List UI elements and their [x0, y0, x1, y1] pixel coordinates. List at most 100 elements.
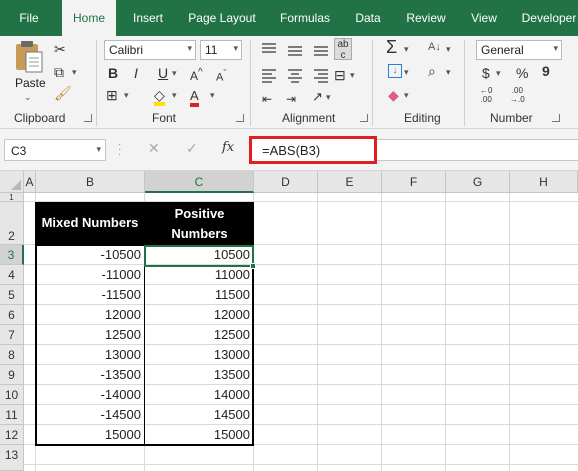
table-cell[interactable]: 12000	[36, 305, 144, 325]
table-cell[interactable]: -11000	[36, 265, 144, 285]
table-cell[interactable]: 12500	[36, 325, 144, 345]
cancel-icon[interactable]: ✕	[148, 140, 160, 157]
fill-color-icon[interactable]: ◇	[154, 86, 165, 106]
row-header-4[interactable]: 4	[0, 265, 24, 285]
currency-dropdown-icon[interactable]: ▾	[496, 68, 501, 79]
number-launcher-icon[interactable]	[552, 114, 560, 122]
tab-insert[interactable]: Insert	[124, 0, 172, 36]
table-cell[interactable]: -11500	[36, 285, 144, 305]
row-header-2[interactable]: 2	[0, 202, 24, 245]
header-cell-mixed-numbers[interactable]: Mixed Numbers	[35, 202, 145, 244]
sort-dropdown-icon[interactable]: ▾	[446, 44, 451, 55]
sort-filter-icon[interactable]: A↓	[428, 38, 441, 56]
tab-data[interactable]: Data	[348, 0, 388, 36]
column-header-e[interactable]: E	[318, 171, 382, 193]
format-painter-icon[interactable]: 🖌	[54, 84, 72, 102]
row-header-3[interactable]: 3	[0, 245, 24, 265]
clipboard-launcher-icon[interactable]	[84, 114, 92, 122]
orientation-icon[interactable]: ↗	[312, 88, 323, 106]
table-cell[interactable]: 15000	[36, 425, 144, 445]
column-header-b[interactable]: B	[36, 171, 145, 193]
row-header-5[interactable]: 5	[0, 285, 24, 305]
copy-dropdown-icon[interactable]: ▾	[72, 67, 77, 78]
table-cell[interactable]: 12000	[145, 305, 253, 325]
column-header-a[interactable]: A	[24, 171, 36, 193]
increase-font-icon[interactable]: A^	[190, 64, 203, 85]
font-size-combo[interactable]: 11 ▾	[200, 40, 242, 60]
increase-indent-icon[interactable]: ⇥	[286, 90, 296, 108]
merge-center-icon[interactable]: ⊟	[334, 66, 346, 84]
column-header-c[interactable]: C	[145, 171, 254, 193]
row-header-11[interactable]: 11	[0, 405, 24, 425]
autosum-dropdown-icon[interactable]: ▾	[404, 44, 409, 55]
font-color-icon[interactable]: A	[190, 86, 199, 107]
currency-button[interactable]: $	[482, 64, 490, 82]
row-header-10[interactable]: 10	[0, 385, 24, 405]
column-header-f[interactable]: F	[382, 171, 446, 193]
row-header-6[interactable]: 6	[0, 305, 24, 325]
table-cell[interactable]: -13500	[36, 365, 144, 385]
tab-review[interactable]: Review	[398, 0, 454, 36]
underline-button[interactable]: U	[158, 64, 168, 82]
tab-view[interactable]: View	[464, 0, 504, 36]
table-cell[interactable]: 13500	[145, 365, 253, 385]
find-select-icon[interactable]: ⌕	[428, 62, 436, 80]
table-cell[interactable]: 15000	[145, 425, 253, 445]
formula-input-extension[interactable]	[377, 139, 578, 161]
row-header-8[interactable]: 8	[0, 345, 24, 365]
table-cell[interactable]: -14500	[36, 405, 144, 425]
comma-style-button[interactable]: 9	[542, 62, 550, 80]
italic-button[interactable]: I	[134, 64, 138, 82]
name-box[interactable]: C3 ▾	[4, 139, 106, 161]
merge-dropdown-icon[interactable]: ▾	[350, 70, 355, 81]
fill-handle[interactable]	[250, 263, 256, 269]
enter-icon[interactable]: ✓	[186, 140, 198, 157]
table-cell[interactable]: 14500	[145, 405, 253, 425]
insert-function-button[interactable]: fx	[222, 140, 234, 155]
font-launcher-icon[interactable]	[236, 114, 244, 122]
drag-handle-icon[interactable]: · · ·	[118, 140, 122, 160]
tab-formulas[interactable]: Formulas	[272, 0, 338, 36]
copy-icon[interactable]: ⧉	[54, 63, 64, 81]
row-header-9[interactable]: 9	[0, 365, 24, 385]
table-cell[interactable]: 13000	[145, 345, 253, 365]
table-cell[interactable]: 13000	[36, 345, 144, 365]
select-all-button[interactable]	[0, 171, 24, 193]
row-header-12[interactable]: 12	[0, 425, 24, 445]
tab-developer[interactable]: Developer	[514, 0, 578, 36]
underline-dropdown-icon[interactable]: ▾	[172, 68, 177, 79]
column-header-g[interactable]: G	[446, 171, 510, 193]
bold-button[interactable]: B	[108, 64, 118, 82]
orientation-dropdown-icon[interactable]: ▾	[326, 92, 331, 103]
find-dropdown-icon[interactable]: ▾	[446, 67, 451, 78]
autosum-icon[interactable]: Σ	[386, 38, 397, 56]
paste-button[interactable]: Paste ⌄	[10, 40, 46, 102]
alignment-launcher-icon[interactable]	[360, 114, 368, 122]
decrease-font-icon[interactable]: Aˇ	[216, 64, 226, 87]
clear-dropdown-icon[interactable]: ▾	[404, 90, 409, 101]
row-header-7[interactable]: 7	[0, 325, 24, 345]
clear-icon[interactable]: ◆	[388, 86, 399, 104]
row-header-13[interactable]: 13	[0, 445, 24, 471]
tab-home[interactable]: Home	[62, 0, 116, 36]
font-name-combo[interactable]: Calibri ▾	[104, 40, 196, 60]
borders-dropdown-icon[interactable]: ▾	[124, 90, 129, 101]
table-cell[interactable]: -14000	[36, 385, 144, 405]
header-cell-positive-numbers[interactable]: Positive Numbers	[145, 202, 254, 244]
fill-icon[interactable]: ↓	[388, 64, 402, 78]
table-cell[interactable]: 12500	[145, 325, 253, 345]
table-cell[interactable]: -10500	[36, 245, 144, 265]
table-cell[interactable]: 11500	[145, 285, 253, 305]
column-header-h[interactable]: H	[510, 171, 578, 193]
increase-decimal-icon[interactable]: ←0.00	[480, 86, 492, 104]
formula-input[interactable]: =ABS(B3)	[249, 136, 377, 164]
number-format-combo[interactable]: General ▾	[476, 40, 562, 60]
cut-icon[interactable]: ✂	[54, 40, 66, 58]
tab-page-layout[interactable]: Page Layout	[182, 0, 262, 36]
decrease-indent-icon[interactable]: ⇤	[262, 90, 272, 108]
paste-dropdown-icon[interactable]: ⌄	[24, 92, 32, 103]
table-cell[interactable]: 11000	[145, 265, 253, 285]
table-cell[interactable]: 14000	[145, 385, 253, 405]
fill-color-dropdown-icon[interactable]: ▾	[172, 90, 177, 101]
font-color-dropdown-icon[interactable]: ▾	[210, 90, 215, 101]
